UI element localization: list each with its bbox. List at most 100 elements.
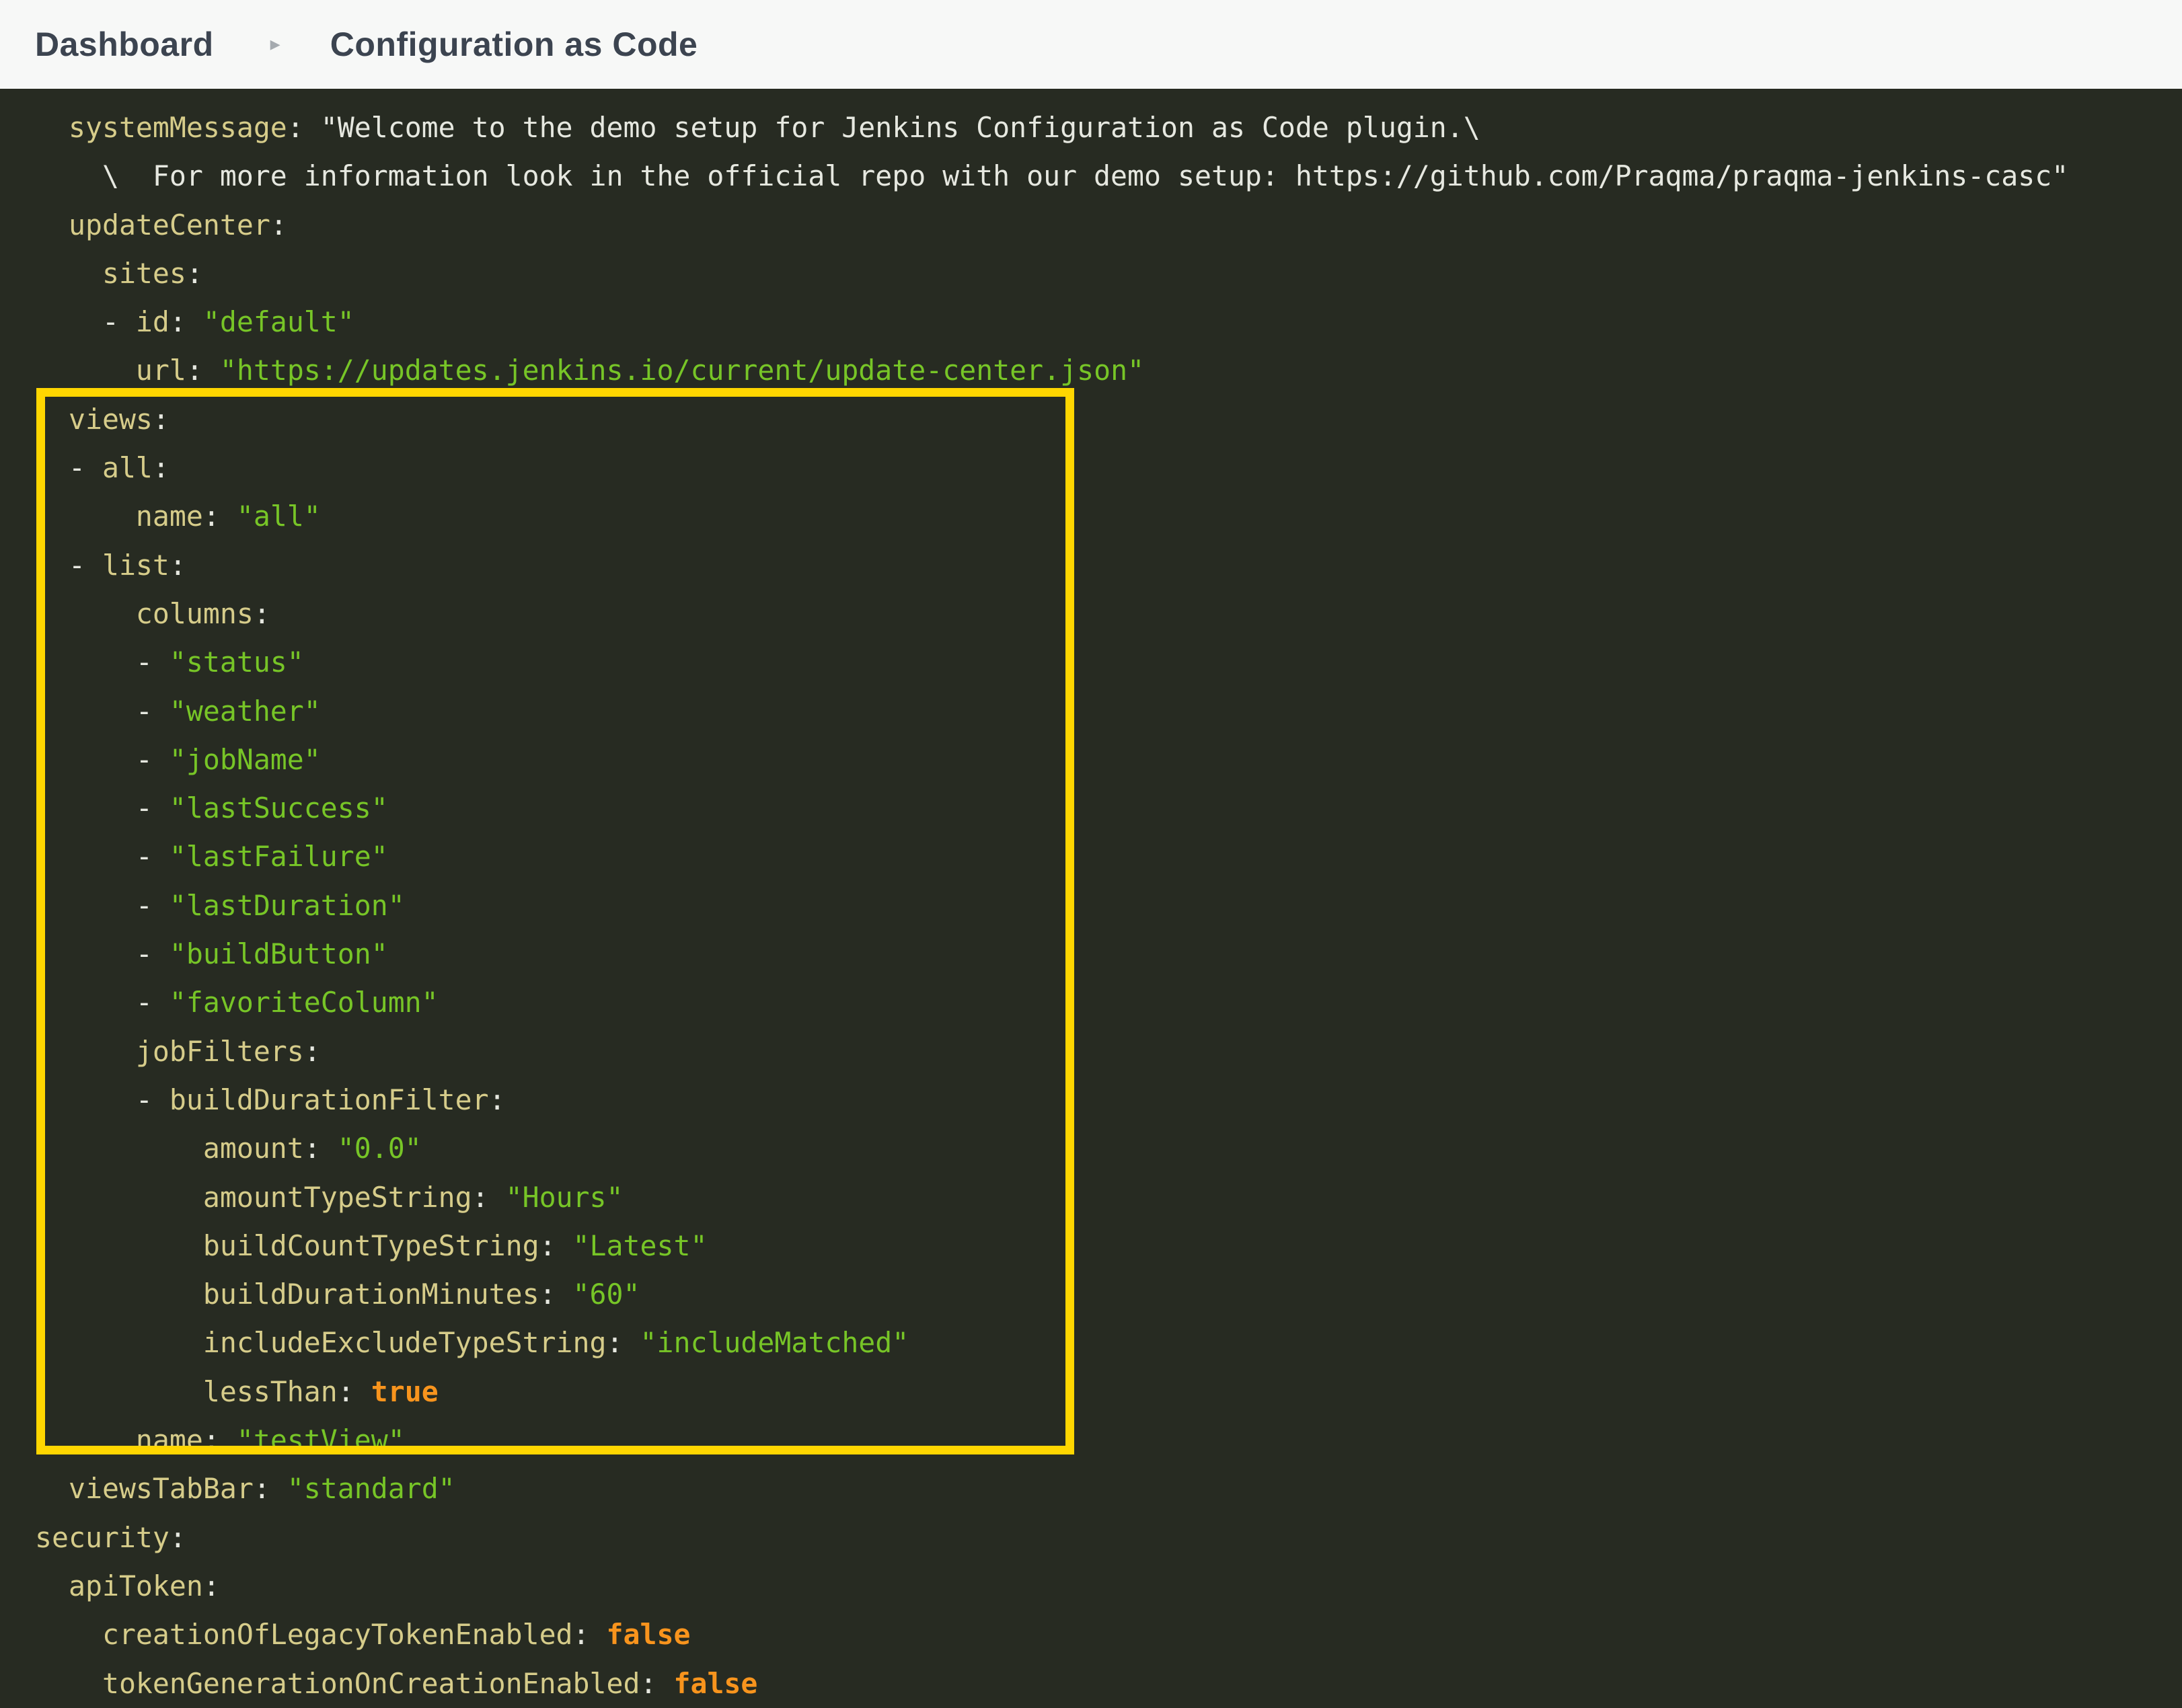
- code-line: apiToken:: [35, 1562, 2182, 1610]
- code-token: buildCountTypeString: [203, 1229, 539, 1262]
- code-token: [35, 1278, 203, 1311]
- code-token: "lastFailure": [170, 840, 388, 873]
- code-line: - "buildButton": [35, 930, 2182, 978]
- code-token: jobFilters: [136, 1035, 304, 1068]
- code-line: - all:: [35, 444, 2182, 492]
- code-line: - buildDurationFilter:: [35, 1076, 2182, 1124]
- code-token: :: [203, 1569, 220, 1602]
- code-token: "default": [203, 305, 354, 338]
- code-token: :: [203, 500, 237, 533]
- code-line: updateCenter:: [35, 201, 2182, 249]
- code-token: \ For more information look in the offic…: [35, 159, 2068, 192]
- code-token: "lastSuccess": [170, 791, 388, 824]
- breadcrumb-item-configuration-as-code[interactable]: Configuration as Code: [330, 25, 698, 64]
- code-token: -: [35, 889, 170, 922]
- code-token: :: [338, 1375, 371, 1408]
- code-token: "standard": [287, 1472, 455, 1505]
- code-line: - "favoriteColumn": [35, 978, 2182, 1027]
- code-line: url: "https://updates.jenkins.io/current…: [35, 346, 2182, 395]
- code-token: amountTypeString: [203, 1181, 472, 1214]
- code-line: \ For more information look in the offic…: [35, 152, 2182, 200]
- code-line: systemMessage: "Welcome to the demo setu…: [35, 104, 2182, 152]
- code-line: amount: "0.0": [35, 1124, 2182, 1173]
- code-token: "all": [237, 500, 321, 533]
- code-token: security: [35, 1521, 170, 1554]
- code-token: :: [304, 1132, 338, 1165]
- code-line: - "weather": [35, 687, 2182, 736]
- code-line: creationOfLegacyTokenEnabled: false: [35, 1610, 2182, 1659]
- code-token: -: [35, 451, 102, 484]
- code-line: - id: "default": [35, 298, 2182, 346]
- code-token: "weather": [170, 695, 321, 728]
- code-token: -: [35, 646, 170, 678]
- code-token: : "Welcome to the demo setup for Jenkins…: [287, 111, 1480, 144]
- code-token: :: [153, 451, 170, 484]
- code-token: name: [136, 1424, 203, 1457]
- code-token: [35, 1472, 69, 1505]
- code-token: [35, 1618, 102, 1651]
- code-token: [35, 1035, 136, 1068]
- code-token: -: [35, 743, 170, 776]
- code-token: [35, 1569, 69, 1602]
- code-line: - "lastDuration": [35, 882, 2182, 930]
- code-line: sites:: [35, 249, 2182, 298]
- code-token: "Latest": [573, 1229, 708, 1262]
- code-token: [35, 1424, 136, 1457]
- breadcrumb-item-dashboard[interactable]: Dashboard: [35, 25, 214, 64]
- code-token: :: [254, 1472, 287, 1505]
- breadcrumb-separator-icon: ▸: [270, 34, 280, 54]
- code-token: lessThan: [203, 1375, 338, 1408]
- code-token: [35, 1229, 203, 1262]
- code-token: :: [304, 1035, 321, 1068]
- code-token: :: [170, 1521, 186, 1554]
- code-line: - list:: [35, 541, 2182, 590]
- code-line: views:: [35, 395, 2182, 444]
- code-token: buildDurationMinutes: [203, 1278, 539, 1311]
- code-token: columns: [136, 597, 254, 630]
- code-line: buildCountTypeString: "Latest": [35, 1222, 2182, 1270]
- code-token: list: [102, 549, 170, 582]
- code-token: false: [673, 1667, 757, 1700]
- code-line: includeExcludeTypeString: "includeMatche…: [35, 1319, 2182, 1367]
- code-token: -: [35, 695, 170, 728]
- code-token: :: [489, 1083, 506, 1116]
- code-token: "0.0": [338, 1132, 422, 1165]
- code-token: [35, 1375, 203, 1408]
- code-token: :: [607, 1326, 640, 1359]
- code-token: :: [472, 1181, 506, 1214]
- code-token: "jobName": [170, 743, 321, 776]
- code-token: amount: [203, 1132, 304, 1165]
- code-line: name: "all": [35, 492, 2182, 541]
- code-line: - "lastFailure": [35, 832, 2182, 881]
- code-token: "https://updates.jenkins.io/current/upda…: [220, 354, 1144, 387]
- code-token: [35, 354, 136, 387]
- code-token: "includeMatched": [640, 1326, 909, 1359]
- code-token: :: [539, 1278, 573, 1311]
- code-token: includeExcludeTypeString: [203, 1326, 607, 1359]
- code-token: :: [539, 1229, 573, 1262]
- code-line: - "lastSuccess": [35, 784, 2182, 832]
- code-token: :: [186, 257, 203, 290]
- code-token: :: [640, 1667, 673, 1700]
- code-line: name: "testView": [35, 1416, 2182, 1465]
- code-token: [35, 403, 69, 436]
- code-token: [35, 1326, 203, 1359]
- code-token: :: [186, 354, 220, 387]
- code-token: -: [35, 305, 136, 338]
- code-token: -: [35, 549, 102, 582]
- code-line: amountTypeString: "Hours": [35, 1173, 2182, 1222]
- code-token: buildDurationFilter: [170, 1083, 489, 1116]
- code-token: [35, 500, 136, 533]
- code-token: true: [371, 1375, 439, 1408]
- code-token: sites: [102, 257, 186, 290]
- code-line: lessThan: true: [35, 1368, 2182, 1416]
- code-token: "buildButton": [170, 937, 388, 970]
- code-token: -: [35, 1083, 170, 1116]
- code-token: -: [35, 937, 170, 970]
- code-token: [35, 597, 136, 630]
- code-token: [35, 1667, 102, 1700]
- code-token: "60": [573, 1278, 640, 1311]
- code-line: columns:: [35, 590, 2182, 638]
- code-token: views: [69, 403, 153, 436]
- code-token: -: [35, 986, 170, 1019]
